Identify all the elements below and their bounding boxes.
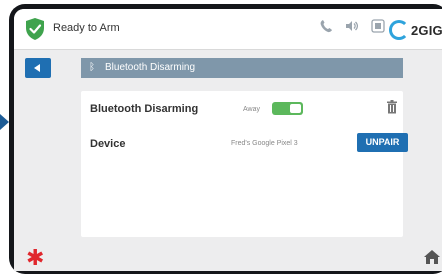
status-bar: Ready to Arm 2GIG — [14, 9, 442, 50]
home-icon[interactable] — [424, 250, 440, 264]
page-header: ᛒ Bluetooth Disarming — [81, 58, 403, 78]
brand-name: 2GIG — [411, 22, 442, 38]
bottom-bar — [14, 245, 442, 271]
unpair-button[interactable]: UNPAIR — [357, 133, 408, 152]
shield-check-icon — [26, 18, 44, 40]
back-button[interactable] — [25, 58, 51, 78]
device-label: Device — [90, 138, 126, 150]
settings-panel: Bluetooth Disarming Away Device Fred's G… — [81, 91, 408, 237]
speaker-icon — [346, 21, 359, 31]
brand-logo: 2GIG — [389, 20, 442, 40]
bluetooth-icon: ᛒ — [89, 62, 95, 73]
bluetooth-disarming-label: Bluetooth Disarming — [90, 103, 199, 115]
status-text: Ready to Arm — [53, 22, 120, 34]
toggle-knob — [290, 104, 301, 113]
panel-screen: Ready to Arm 2GIG ᛒ Bluetooth Disarming — [14, 9, 442, 271]
emergency-asterisk-button[interactable]: ✱ — [26, 247, 44, 269]
away-label: Away — [243, 106, 260, 113]
device-name: Fred's Google Pixel 3 — [231, 140, 298, 147]
page-title: Bluetooth Disarming — [105, 62, 196, 73]
bluetooth-away-toggle[interactable] — [272, 102, 303, 115]
status-icons — [319, 19, 385, 33]
wifi-icon — [371, 19, 385, 33]
brand-swirl-icon — [389, 20, 409, 40]
phone-icon — [320, 20, 332, 33]
pointer-arrow — [0, 114, 9, 130]
trash-icon[interactable] — [387, 100, 397, 114]
